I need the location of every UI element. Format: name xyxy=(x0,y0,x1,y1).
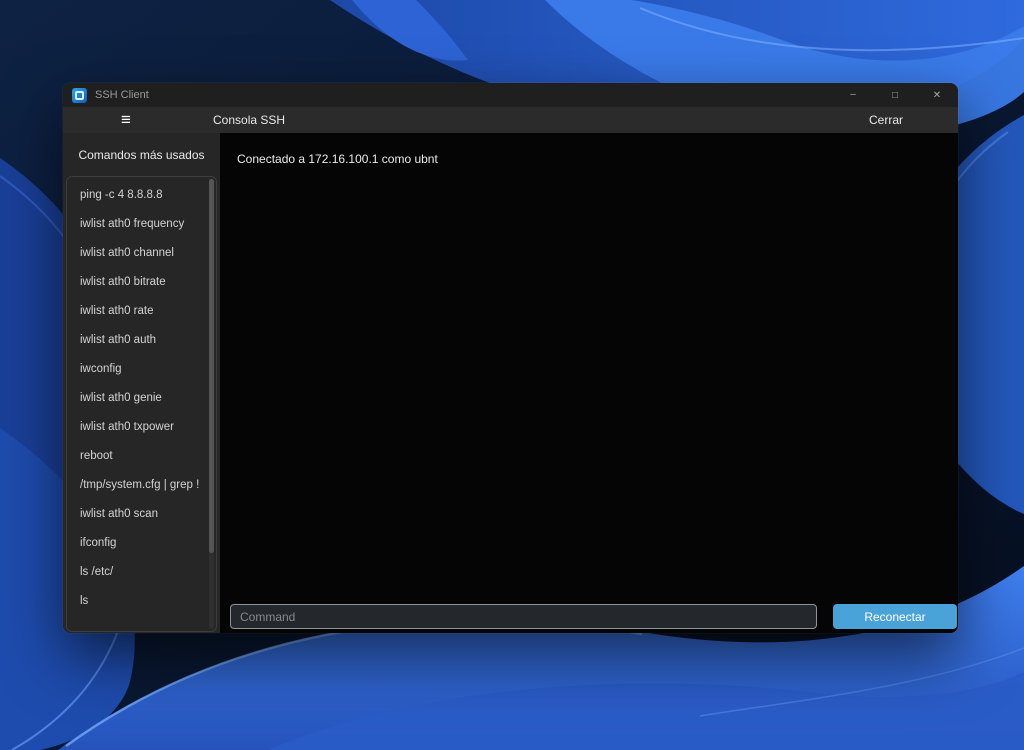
titlebar: SSH Client – □ ✕ xyxy=(63,83,958,107)
ssh-console: Conectado a 172.16.100.1 como ubnt Recon… xyxy=(220,133,958,633)
window-body: Comandos más usados ping -c 4 8.8.8.8iwl… xyxy=(63,133,958,633)
scrollbar-thumb[interactable] xyxy=(209,179,214,553)
command-list-item[interactable]: iwlist ath0 bitrate xyxy=(67,268,216,297)
hamburger-menu-button[interactable]: ≡ xyxy=(121,107,131,133)
console-input-row: Reconectar xyxy=(230,604,957,629)
command-list-item[interactable]: iwlist ath0 frequency xyxy=(67,210,216,239)
command-list: ping -c 4 8.8.8.8iwlist ath0 frequencyiw… xyxy=(66,176,217,632)
window-controls: – □ ✕ xyxy=(832,83,958,107)
toolbar: ≡ Consola SSH Cerrar xyxy=(63,107,958,133)
command-list-item[interactable]: iwlist ath0 genie xyxy=(67,384,216,413)
command-list-items: ping -c 4 8.8.8.8iwlist ath0 frequencyiw… xyxy=(67,181,216,632)
command-list-scrollbar[interactable] xyxy=(209,179,214,629)
maximize-button[interactable]: □ xyxy=(874,83,916,107)
command-list-item[interactable]: iwlist ath0 rate xyxy=(67,297,216,326)
window-title: SSH Client xyxy=(95,89,149,101)
app-icon xyxy=(72,88,87,103)
command-list-item[interactable]: , xyxy=(67,616,216,632)
sidebar: Comandos más usados ping -c 4 8.8.8.8iwl… xyxy=(63,133,220,633)
console-output: Conectado a 172.16.100.1 como ubnt xyxy=(220,133,958,166)
command-list-item[interactable]: iwlist ath0 scan xyxy=(67,500,216,529)
command-list-item[interactable]: ls xyxy=(67,587,216,616)
console-title: Consola SSH xyxy=(213,113,285,127)
cerrar-button[interactable]: Cerrar xyxy=(869,113,903,127)
command-list-item[interactable]: iwlist ath0 auth xyxy=(67,326,216,355)
command-list-item[interactable]: reboot xyxy=(67,442,216,471)
ssh-client-window: SSH Client – □ ✕ ≡ Consola SSH Cerrar Co… xyxy=(63,83,958,633)
hamburger-menu-icon: ≡ xyxy=(121,110,131,130)
command-input[interactable] xyxy=(230,604,817,629)
command-list-item[interactable]: /tmp/system.cfg | grep ! xyxy=(67,471,216,500)
command-list-item[interactable]: ping -c 4 8.8.8.8 xyxy=(67,181,216,210)
command-list-item[interactable]: ifconfig xyxy=(67,529,216,558)
command-list-item[interactable]: ls /etc/ xyxy=(67,558,216,587)
reconnect-button[interactable]: Reconectar xyxy=(833,604,957,629)
minimize-icon: – xyxy=(850,89,856,100)
command-list-item[interactable]: iwlist ath0 channel xyxy=(67,239,216,268)
minimize-button[interactable]: – xyxy=(832,83,874,107)
sidebar-header: Comandos más usados xyxy=(63,133,220,176)
command-list-item[interactable]: iwlist ath0 txpower xyxy=(67,413,216,442)
close-icon: ✕ xyxy=(933,90,941,101)
maximize-icon: □ xyxy=(892,90,898,101)
close-button[interactable]: ✕ xyxy=(916,83,958,107)
command-list-item[interactable]: iwconfig xyxy=(67,355,216,384)
